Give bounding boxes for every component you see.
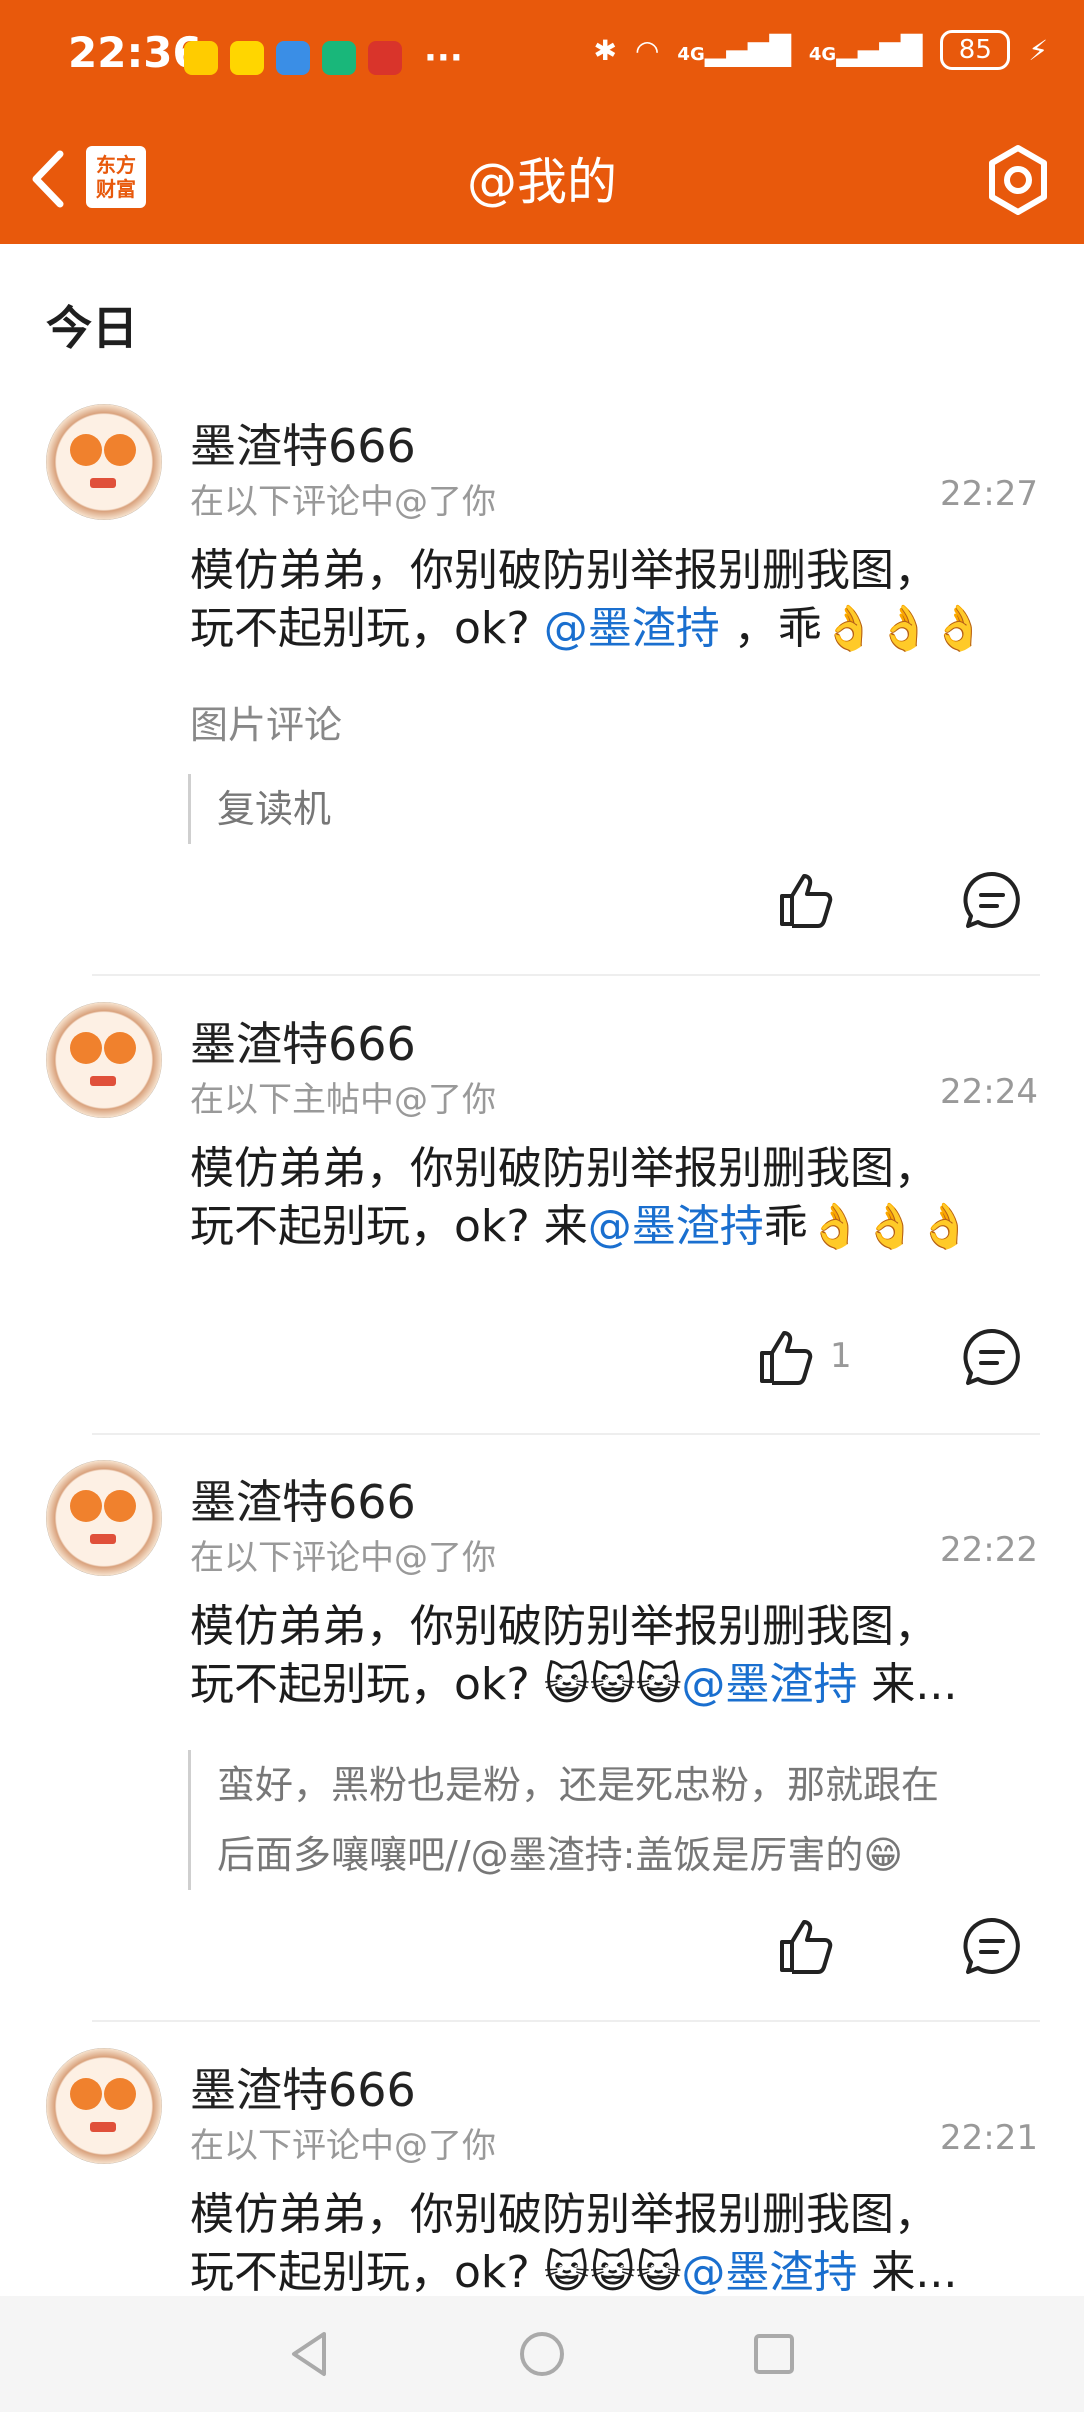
reply-button[interactable] (960, 1914, 1024, 1978)
system-recents-button[interactable] (744, 2324, 804, 2384)
mention-link[interactable]: @墨渣持 (681, 2247, 857, 2296)
quoted-text[interactable]: 蛮好，黑粉也是粉，还是死忠粉，那就跟在 后面多嚷嚷吧//@墨渣持:盖饭是厉害的😁 (188, 1750, 1057, 1890)
navigation-bar: 东方 财富 @我的 (0, 130, 1084, 226)
reply-button[interactable] (960, 868, 1024, 932)
mention-item[interactable]: 墨渣特666 在以下主帖中@了你 22:24 模仿弟弟，你别破防别举报别删我图，… (0, 1002, 1084, 1432)
timestamp: 22:27 (940, 474, 1038, 514)
mention-context: 在以下评论中@了你 (190, 482, 496, 522)
thumbs-up-icon (780, 1920, 833, 1974)
browser-app-icon (276, 41, 310, 75)
like-count: 1 (830, 1336, 852, 1376)
notification-icons: ··· (184, 38, 463, 78)
settings-button[interactable] (982, 144, 1054, 216)
comment-text[interactable]: 模仿弟弟，你别破防别举报别删我图， 玩不起别玩，ok? 😺😺😺@墨渣持 来... (190, 1598, 1050, 1714)
quoted-text[interactable]: 复读机 (188, 774, 1057, 844)
mention-item[interactable]: 墨渣特666 在以下评论中@了你 22:22 模仿弟弟，你别破防别举报别删我图，… (0, 1460, 1084, 2020)
username[interactable]: 墨渣特666 (190, 1466, 416, 1532)
like-button[interactable] (754, 1325, 818, 1389)
divider (92, 2020, 1040, 2022)
system-icons: ✱ ◠ 4G▂▄▆█ 4G▂▄▆█ 85 ⚡ (594, 30, 1048, 70)
security-app-icon (322, 41, 356, 75)
signal-icon-2: 4G▂▄▆█ (808, 33, 923, 67)
divider (92, 1433, 1040, 1435)
timestamp: 22:22 (940, 1530, 1038, 1570)
gear-icon (989, 145, 1047, 215)
avatar[interactable] (46, 2048, 162, 2164)
timestamp: 22:21 (940, 2118, 1038, 2158)
divider (92, 974, 1040, 976)
mention-context: 在以下主帖中@了你 (190, 1080, 496, 1120)
more-notifications-icon: ··· (424, 38, 463, 78)
weibo-app-icon (184, 41, 218, 75)
status-time: 22:36 (68, 28, 202, 77)
status-bar: 22:36 ··· ✱ ◠ 4G▂▄▆█ 4G▂▄▆█ 85 ⚡ (0, 0, 1084, 110)
mention-item[interactable]: 墨渣特666 在以下评论中@了你 22:21 模仿弟弟，你别破防别举报别删我图，… (0, 2048, 1084, 2296)
thumbs-up-icon (780, 874, 833, 928)
avatar[interactable] (46, 404, 162, 520)
app-header: 22:36 ··· ✱ ◠ 4G▂▄▆█ 4G▂▄▆█ 85 ⚡ 东方 财富 @… (0, 0, 1084, 244)
bluetooth-icon: ✱ (593, 33, 617, 67)
reply-button[interactable] (960, 1325, 1024, 1389)
signal-icon-1: 4G▂▄▆█ (677, 33, 791, 67)
charging-icon: ⚡ (1028, 33, 1048, 67)
system-navigation-bar (0, 2296, 1084, 2412)
mention-link[interactable]: @墨渣持 (681, 1659, 857, 1710)
battery-icon: 85 (940, 30, 1011, 70)
image-comment-label: 图片评论 (190, 703, 343, 747)
mention-context: 在以下评论中@了你 (190, 1538, 496, 1578)
like-button[interactable] (774, 868, 838, 932)
comment-text[interactable]: 模仿弟弟，你别破防别举报别删我图， 玩不起别玩，ok? @墨渣持 ，乖👌👌👌 (190, 542, 1050, 658)
username[interactable]: 墨渣特666 (190, 1008, 416, 1074)
timestamp: 22:24 (940, 1072, 1038, 1112)
comment-icon (963, 1328, 1020, 1385)
comment-icon (963, 871, 1020, 928)
system-back-button[interactable] (280, 2324, 340, 2384)
square-recents-icon (754, 2334, 794, 2374)
mention-link[interactable]: @墨渣持 (544, 603, 720, 654)
avatar[interactable] (46, 1002, 162, 1118)
wifi-icon: ◠ (634, 33, 660, 67)
warning-app-icon (368, 41, 402, 75)
mention-context: 在以下评论中@了你 (190, 2126, 496, 2166)
username[interactable]: 墨渣特666 (190, 2054, 416, 2120)
mention-item[interactable]: 墨渣特666 在以下评论中@了你 22:27 模仿弟弟，你别破防别举报别删我图，… (0, 404, 1084, 974)
triangle-back-icon (292, 2332, 326, 2376)
circle-home-icon (520, 2332, 564, 2376)
like-button[interactable] (774, 1914, 838, 1978)
comment-text[interactable]: 模仿弟弟，你别破防别举报别删我图， 玩不起别玩，ok? 来@墨渣持乖👌👌👌 (190, 1140, 1050, 1256)
username[interactable]: 墨渣特666 (190, 410, 416, 476)
page-title: @我的 (467, 153, 617, 211)
comment-text[interactable]: 模仿弟弟，你别破防别举报别删我图， 玩不起别玩，ok? 😺😺😺@墨渣持 来... (190, 2186, 1050, 2296)
thumbs-up-icon (760, 1331, 813, 1385)
system-home-button[interactable] (512, 2324, 572, 2384)
section-title-today: 今日 (46, 301, 138, 355)
comment-icon (963, 1917, 1020, 1974)
mention-link[interactable]: @墨渣持 (588, 1201, 764, 1252)
avatar[interactable] (46, 1460, 162, 1576)
meituan-app-icon (230, 41, 264, 75)
